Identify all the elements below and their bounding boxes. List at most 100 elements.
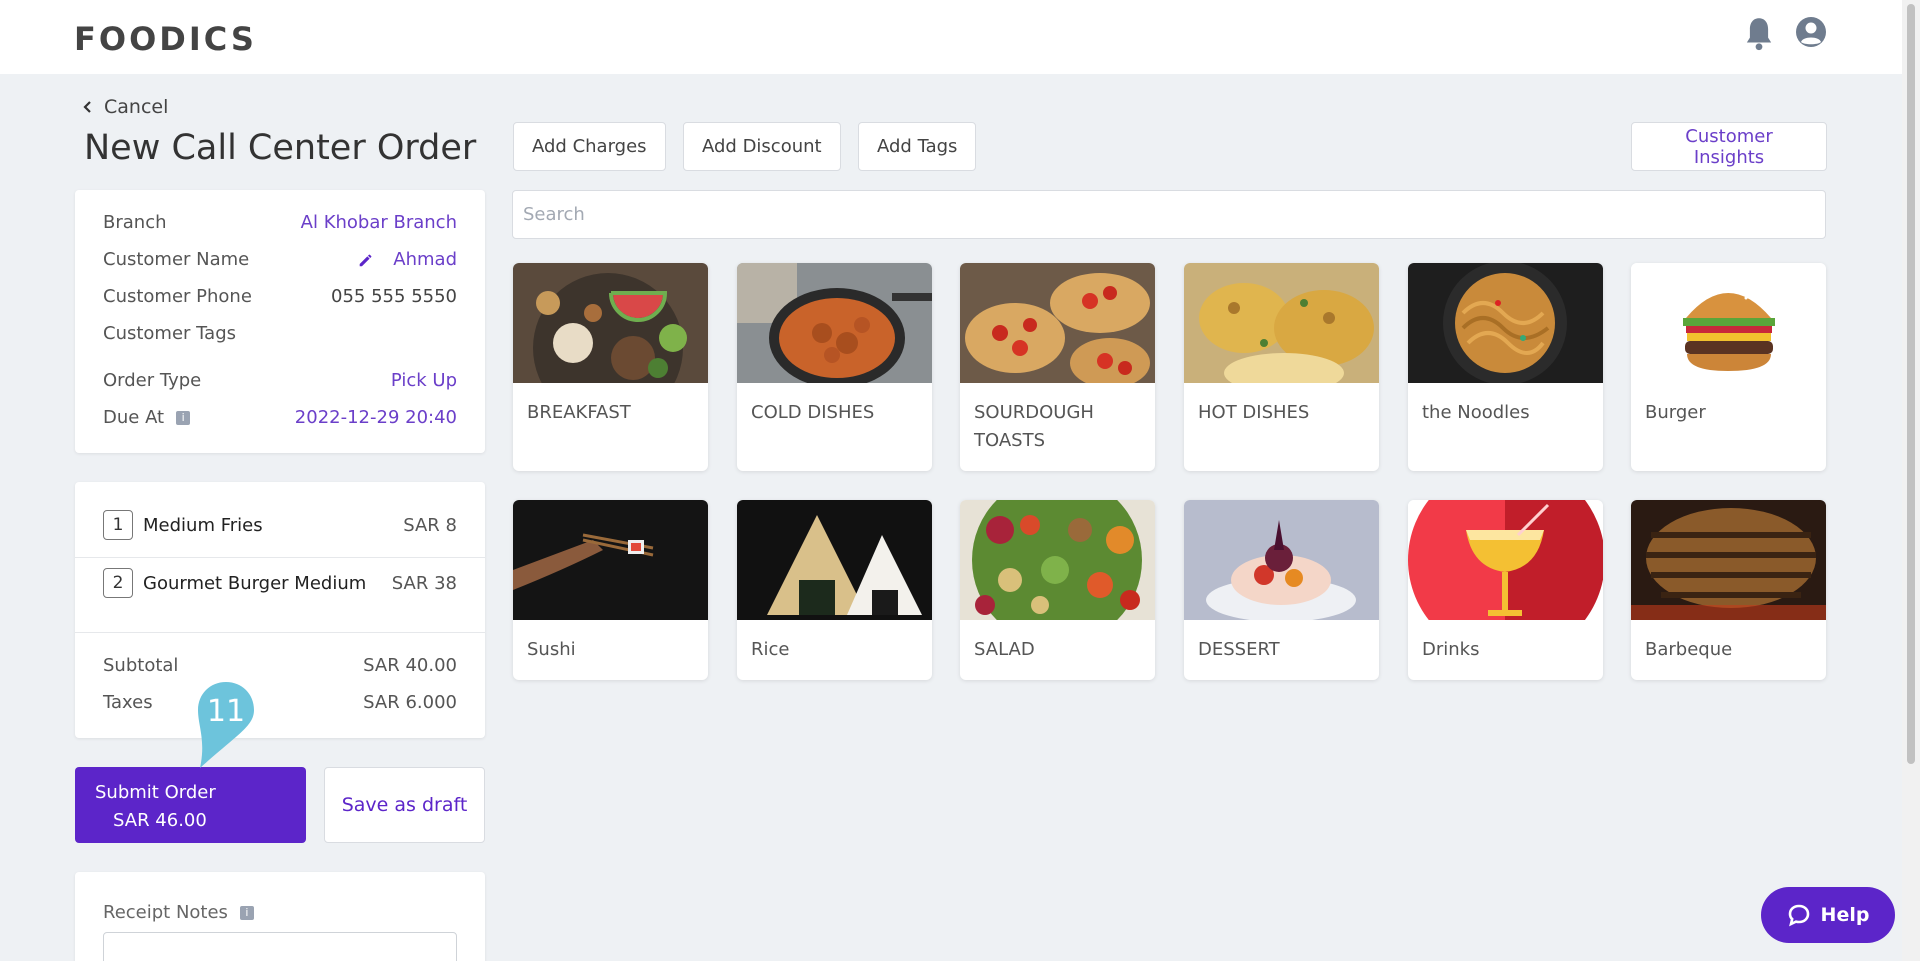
category-name: Barbeque xyxy=(1645,639,1733,660)
cart-item-price: SAR 38 xyxy=(391,572,457,594)
quantity-badge: 1 xyxy=(103,510,133,540)
help-label: Help xyxy=(1820,904,1870,926)
receipt-notes-card: Receipt Notes i xyxy=(75,872,485,961)
sushi-image xyxy=(513,500,708,620)
cancel-link[interactable]: Cancel xyxy=(82,96,168,118)
page-title: New Call Center Order xyxy=(84,128,477,168)
order-info-card: Branch Al Khobar Branch Customer Name Ah… xyxy=(75,190,485,453)
category-name: Rice xyxy=(751,639,790,660)
category-name: HOT DISHES xyxy=(1198,402,1310,423)
hot-dishes-image xyxy=(1184,263,1379,383)
burger-image xyxy=(1631,263,1826,383)
search-input[interactable] xyxy=(512,190,1826,239)
add-discount-button[interactable]: Add Discount xyxy=(683,122,841,171)
barbeque-image xyxy=(1631,500,1826,620)
subtotal-value: SAR 40.00 xyxy=(363,655,457,676)
rice-image xyxy=(737,500,932,620)
category-name: the Noodles xyxy=(1422,402,1530,423)
cancel-label: Cancel xyxy=(104,96,169,118)
category-name: Drinks xyxy=(1422,639,1480,660)
taxes-row: Taxes SAR 6.000 xyxy=(103,692,457,713)
submit-order-button[interactable]: Submit Order SAR 46.00 xyxy=(75,767,306,843)
category-name: Sushi xyxy=(527,639,576,660)
subtotal-row: Subtotal SAR 40.00 xyxy=(103,655,457,676)
info-icon[interactable]: i xyxy=(176,411,191,425)
breakfast-image xyxy=(513,263,708,383)
drinks-image xyxy=(1408,500,1603,620)
edit-pencil-icon[interactable] xyxy=(357,251,375,269)
category-card-rice[interactable]: Rice xyxy=(737,500,932,680)
add-tags-button[interactable]: Add Tags xyxy=(858,122,977,171)
due-at-wrap: Due At i xyxy=(103,407,191,428)
order-type-label: Order Type xyxy=(103,370,202,391)
category-card-breakfast[interactable]: BREAKFAST xyxy=(513,263,708,471)
cart-item-price: SAR 8 xyxy=(403,514,457,536)
category-card-drinks[interactable]: Drinks xyxy=(1408,500,1603,680)
taxes-value: SAR 6.000 xyxy=(363,692,457,713)
receipt-notes-label-wrap: Receipt Notes i xyxy=(103,902,254,923)
customer-name-label: Customer Name xyxy=(103,249,250,270)
submit-order-label: Submit Order xyxy=(95,782,216,803)
due-at-value[interactable]: 2022-12-29 20:40 xyxy=(295,407,457,428)
category-name: SOURDOUGH TOASTS xyxy=(974,402,1094,451)
cart-item-name: Medium Fries xyxy=(143,514,263,536)
customer-phone-value: 055 555 5550 xyxy=(331,286,457,307)
dessert-image xyxy=(1184,500,1379,620)
scrollbar-thumb[interactable] xyxy=(1907,4,1915,764)
top-bar: FOODICS xyxy=(0,0,1902,74)
branch-row: Branch Al Khobar Branch xyxy=(103,212,457,233)
customer-tags-row: Customer Tags xyxy=(103,323,457,344)
chat-bubble-icon xyxy=(1788,904,1809,927)
category-card-sushi[interactable]: Sushi xyxy=(513,500,708,680)
cart-item[interactable]: 2 Gourmet Burger Medium SAR 38 xyxy=(103,568,457,598)
category-card-cold-dishes[interactable]: COLD DISHES xyxy=(737,263,932,471)
subtotal-label: Subtotal xyxy=(103,655,179,676)
save-as-draft-button[interactable]: Save as draft xyxy=(324,767,485,843)
category-card-salad[interactable]: SALAD xyxy=(960,500,1155,680)
sourdough-toasts-image xyxy=(960,263,1155,383)
category-card-dessert[interactable]: DESSERT xyxy=(1184,500,1379,680)
notifications-bell-icon[interactable] xyxy=(1744,17,1774,51)
info-icon[interactable]: i xyxy=(239,906,254,920)
taxes-label: Taxes xyxy=(103,692,153,713)
foodics-logo[interactable]: FOODICS xyxy=(74,20,257,58)
branch-value[interactable]: Al Khobar Branch xyxy=(301,212,457,233)
user-avatar-icon[interactable] xyxy=(1795,16,1827,48)
category-card-hot-dishes[interactable]: HOT DISHES xyxy=(1184,263,1379,471)
category-name: Burger xyxy=(1645,402,1706,423)
category-name: SALAD xyxy=(974,639,1035,660)
category-card-burger[interactable]: Burger xyxy=(1631,263,1826,471)
customer-name-value[interactable]: Ahmad xyxy=(393,249,457,270)
submit-order-amount: SAR 46.00 xyxy=(113,810,207,831)
category-name: DESSERT xyxy=(1198,639,1280,660)
branch-label: Branch xyxy=(103,212,167,233)
customer-tags-label: Customer Tags xyxy=(103,323,237,344)
customer-insights-button[interactable]: Customer Insights xyxy=(1631,122,1827,171)
category-name: COLD DISHES xyxy=(751,402,875,423)
step-marker-number: 11 xyxy=(207,694,245,729)
customer-name-wrap: Ahmad xyxy=(357,249,457,270)
order-type-value[interactable]: Pick Up xyxy=(391,370,457,391)
due-at-row: Due At i 2022-12-29 20:40 xyxy=(103,407,457,428)
category-card-sourdough-toasts[interactable]: SOURDOUGH TOASTS xyxy=(960,263,1155,471)
chevron-left-icon xyxy=(83,101,91,113)
cart-item-name: Gourmet Burger Medium xyxy=(143,572,367,594)
quantity-badge: 2 xyxy=(103,568,133,598)
divider xyxy=(75,557,485,558)
step-marker-badge: 11 xyxy=(198,682,254,768)
page-scrollbar[interactable] xyxy=(1902,0,1920,961)
customer-phone-row: Customer Phone 055 555 5550 xyxy=(103,286,457,307)
due-at-label: Due At xyxy=(103,407,165,428)
add-charges-button[interactable]: Add Charges xyxy=(513,122,666,171)
order-type-row: Order Type Pick Up xyxy=(103,370,457,391)
category-card-barbeque[interactable]: Barbeque xyxy=(1631,500,1826,680)
category-name: BREAKFAST xyxy=(527,402,631,423)
cold-dishes-image xyxy=(737,263,932,383)
receipt-notes-input[interactable] xyxy=(103,932,457,961)
customer-phone-label: Customer Phone xyxy=(103,286,252,307)
salad-image xyxy=(960,500,1155,620)
category-card-the-noodles[interactable]: the Noodles xyxy=(1408,263,1603,471)
cart-item[interactable]: 1 Medium Fries SAR 8 xyxy=(103,510,457,540)
divider xyxy=(75,632,485,633)
help-button[interactable]: Help xyxy=(1761,887,1895,943)
